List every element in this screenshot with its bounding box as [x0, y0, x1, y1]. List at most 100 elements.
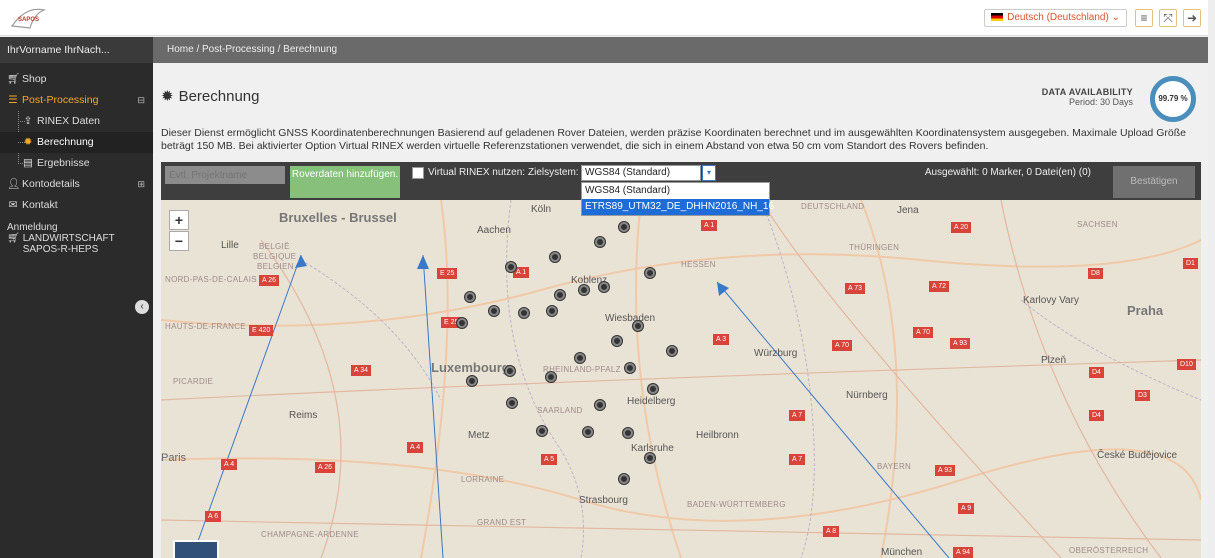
road-shield: A 70	[832, 340, 853, 351]
station-marker[interactable]	[489, 306, 499, 316]
flag-de-icon	[991, 13, 1004, 22]
username[interactable]: IhrVorname IhrNach...	[0, 37, 153, 63]
station-marker[interactable]	[519, 308, 529, 318]
zoom-in-button[interactable]: +	[169, 210, 189, 230]
zielsystem-select[interactable]: WGS84 (Standard) ▾	[581, 165, 716, 181]
road-shield: A 7	[789, 454, 806, 465]
road-shield: A 72	[929, 281, 950, 292]
sidebar-anmeldung[interactable]: Anmeldung 🛒︎ LANDWIRTSCHAFT SAPOS-R-HEPS	[0, 216, 153, 255]
fullscreen-icon[interactable]: ⤧	[1159, 9, 1177, 27]
station-marker[interactable]	[579, 285, 589, 295]
road-shield: D8	[1088, 268, 1103, 279]
map-label: Würzburg	[754, 348, 798, 359]
map-label: Jena	[897, 205, 919, 216]
station-marker[interactable]	[465, 292, 475, 302]
station-marker[interactable]	[595, 237, 605, 247]
map-label: Nürnberg	[846, 390, 888, 401]
zoom-out-button[interactable]: −	[169, 231, 189, 251]
station-marker[interactable]	[645, 268, 655, 278]
station-marker[interactable]	[457, 318, 467, 328]
sidebar-item-label: Ergebnisse	[37, 157, 90, 169]
sidebar-item-ergebnisse[interactable]: ▤ Ergebnisse	[0, 153, 153, 174]
map-layer-thumbnail[interactable]	[173, 540, 219, 558]
station-marker[interactable]	[612, 336, 622, 346]
station-marker[interactable]	[467, 376, 477, 386]
map-label: Heilbronn	[696, 430, 739, 441]
station-marker[interactable]	[595, 400, 605, 410]
road-shield: A 4	[221, 459, 238, 470]
station-marker[interactable]	[547, 306, 557, 316]
table-icon: ▤	[23, 157, 33, 169]
cart-icon: 🛒︎	[7, 233, 20, 244]
sapos-logo[interactable]: SAPOS	[8, 4, 48, 32]
sidebar-item-label: Berechnung	[37, 136, 94, 148]
station-marker[interactable]	[537, 426, 547, 436]
map-label: Reims	[289, 410, 318, 421]
station-marker[interactable]	[633, 321, 643, 331]
road-shield: A 34	[351, 365, 372, 376]
map-region-label: LORRAINE	[461, 475, 505, 484]
station-marker[interactable]	[575, 353, 585, 363]
user-icon: 👤︎	[7, 178, 21, 190]
map-region-label: OBERÖSTERREICH	[1069, 546, 1149, 555]
map-label: Köln	[531, 204, 552, 215]
station-marker[interactable]	[599, 282, 609, 292]
station-marker[interactable]	[555, 290, 565, 300]
collapse-icon[interactable]: ⊟	[137, 90, 145, 111]
chevron-down-icon[interactable]: ▾	[702, 165, 716, 181]
confirm-button[interactable]: Bestätigen	[1113, 166, 1195, 198]
expand-icon[interactable]: ⊞	[137, 174, 145, 195]
sidebar-item-post-processing[interactable]: ☰ Post-Processing ⊟	[0, 90, 153, 111]
station-marker[interactable]	[546, 372, 556, 382]
menu-icon[interactable]: ≡	[1135, 9, 1153, 27]
station-marker[interactable]	[623, 428, 633, 438]
logout-icon[interactable]: ➜	[1183, 9, 1201, 27]
station-marker[interactable]	[506, 262, 516, 272]
road-shield: A 94	[953, 547, 974, 558]
station-marker[interactable]	[550, 252, 560, 262]
dropdown-option[interactable]: WGS84 (Standard)	[582, 183, 769, 199]
dropdown-option[interactable]: ETRS89_UTM32_DE_DHHN2016_NH_16	[582, 199, 774, 215]
station-marker[interactable]	[619, 474, 629, 484]
sidebar-item-shop[interactable]: 🛒︎ Shop	[0, 69, 153, 90]
anmeldung-label: Anmeldung	[7, 222, 58, 233]
road-shield: A 26	[315, 462, 336, 473]
language-selector[interactable]: Deutsch (Deutschland) ⌄	[984, 9, 1127, 27]
station-marker[interactable]	[625, 363, 635, 373]
map-label: České Budějovice	[1097, 450, 1178, 461]
project-name-input[interactable]	[165, 166, 285, 184]
station-marker[interactable]	[505, 366, 515, 376]
sidebar: IhrVorname IhrNach... 🛒︎ Shop ☰ Post-Proce…	[0, 37, 153, 558]
station-marker[interactable]	[619, 222, 629, 232]
sidebar-item-kontakt[interactable]: ✉ Kontakt	[0, 195, 153, 216]
breadcrumb[interactable]: Home / Post-Processing / Berechnung	[153, 37, 1215, 63]
sidebar-submenu: ⇪ RINEX Daten ✹ Berechnung ▤ Ergebnisse	[0, 111, 153, 174]
virtual-rinex-label: Virtual RINEX nutzen:	[428, 167, 526, 178]
page-scrollbar[interactable]	[1208, 0, 1215, 558]
sidebar-item-label: Kontodetails	[22, 178, 80, 190]
sidebar-collapse-button[interactable]: ‹	[135, 300, 149, 314]
road-shield: A 70	[913, 327, 934, 338]
sidebar-item-kontodetails[interactable]: 👤︎ Kontodetails ⊞	[0, 174, 153, 195]
station-marker[interactable]	[645, 453, 655, 463]
map-label: Karlsruhe	[631, 443, 674, 454]
station-marker[interactable]	[583, 427, 593, 437]
road-shield: A 93	[950, 338, 971, 349]
virtual-rinex-checkbox[interactable]	[412, 167, 424, 179]
road-shield: A 9	[958, 503, 975, 514]
map-region-label: BELGIË	[259, 242, 290, 251]
sidebar-item-label: Kontakt	[22, 199, 58, 211]
map[interactable]: + − Bruxelles - Brussel Luxembourg Paris…	[161, 200, 1201, 558]
station-marker[interactable]	[507, 398, 517, 408]
map-region-label: PICARDIE	[173, 377, 214, 386]
map-region-label: CHAMPAGNE-ARDENNE	[261, 530, 359, 539]
station-marker[interactable]	[648, 384, 658, 394]
sidebar-item-berechnung[interactable]: ✹ Berechnung	[0, 132, 153, 153]
data-availability-gauge: 99.79 %	[1150, 76, 1196, 122]
add-rover-data-button[interactable]: Roverdaten hinzufügen.	[290, 166, 400, 198]
map-region-label: HESSEN	[681, 260, 716, 269]
sidebar-item-rinex-daten[interactable]: ⇪ RINEX Daten	[0, 111, 153, 132]
station-marker[interactable]	[667, 346, 677, 356]
road-shield: D1	[1183, 258, 1198, 269]
sidebar-item-label: Shop	[22, 73, 47, 85]
